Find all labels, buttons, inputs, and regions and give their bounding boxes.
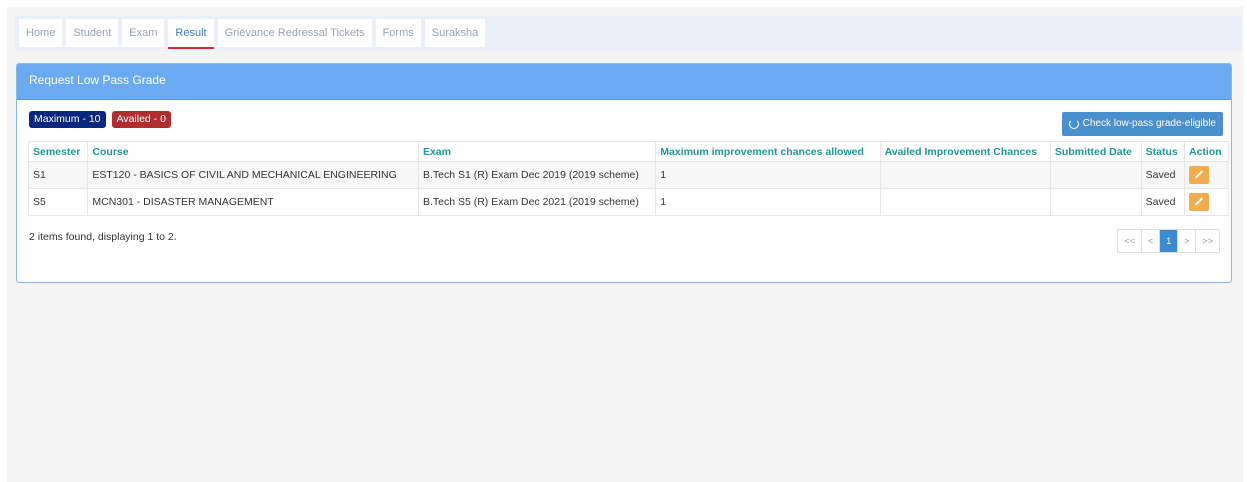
cell-max-chances: 1 [655,188,881,216]
cell-status: Saved [1140,161,1186,189]
cell-submitted-date [1049,188,1142,216]
top-nav: Home Student Exam Result Grievance Redre… [15,16,1243,50]
maximum-badge: Maximum - 10 [29,111,106,128]
next-page-button[interactable]: > [1178,230,1197,252]
col-max-chances: Maximum improvement chances allowed [655,141,881,162]
tab-student[interactable]: Student [66,19,119,47]
table-row: S1 EST120 - BASICS OF CIVIL AND MECHANIC… [27,161,1229,189]
refresh-icon [1068,119,1079,129]
cell-exam: B.Tech S1 (R) Exam Dec 2019 (2019 scheme… [417,161,657,189]
availed-badge: Availed - 0 [111,111,171,128]
col-action: Action [1184,141,1229,162]
cell-semester: S1 [27,161,89,189]
col-course: Course [87,141,419,162]
cell-course: MCN301 - DISASTER MANAGEMENT [87,188,419,216]
col-availed-chances: Availed Improvement Chances [879,141,1051,162]
cell-course: EST120 - BASICS OF CIVIL AND MECHANICAL … [87,161,419,189]
page-1-button[interactable]: 1 [1160,230,1179,252]
items-summary: 2 items found, displaying 1 to 2. [29,231,177,243]
panel-title: Request Low Pass Grade [17,64,1231,100]
tab-result[interactable]: Result [168,19,214,49]
cell-availed-chances [879,161,1051,189]
cell-action [1184,161,1229,189]
tab-grievance[interactable]: Grievance Redressal Tickets [217,19,372,47]
cell-semester: S5 [27,188,89,216]
table-row: S5 MCN301 - DISASTER MANAGEMENT B.Tech S… [27,188,1229,216]
tab-exam[interactable]: Exam [122,19,165,47]
tab-forms[interactable]: Forms [375,19,421,47]
cell-status: Saved [1140,188,1186,216]
table-header-row: Semester Course Exam Maximum improvement… [27,141,1229,162]
last-page-button[interactable]: >> [1196,230,1219,252]
col-status: Status [1140,141,1186,162]
col-exam: Exam [417,141,657,162]
badge-group: Maximum - 10 Availed - 0 [29,111,171,128]
pagination: << < 1 > >> [1117,229,1220,253]
low-pass-grade-panel: Request Low Pass Grade Maximum - 10 Avai… [16,63,1232,283]
edit-pencil-icon[interactable] [1189,193,1209,211]
col-semester: Semester [27,141,89,162]
tab-home[interactable]: Home [19,19,63,47]
cell-availed-chances [879,188,1051,216]
first-page-button[interactable]: << [1118,230,1142,252]
check-eligible-label: Check low-pass grade-eligible [1082,118,1216,129]
cell-submitted-date [1049,161,1142,189]
edit-pencil-icon[interactable] [1189,166,1209,184]
prev-page-button[interactable]: < [1141,230,1161,252]
page-frame: Home Student Exam Result Grievance Redre… [7,7,1243,482]
check-eligible-button[interactable]: Check low-pass grade-eligible [1061,112,1223,136]
cell-exam: B.Tech S5 (R) Exam Dec 2021 (2019 scheme… [417,188,657,216]
grade-table: Semester Course Exam Maximum improvement… [27,141,1229,216]
cell-max-chances: 1 [655,161,881,189]
tab-suraksha[interactable]: Suraksha [424,19,486,47]
cell-action [1184,188,1229,216]
col-submitted-date: Submitted Date [1049,141,1142,162]
